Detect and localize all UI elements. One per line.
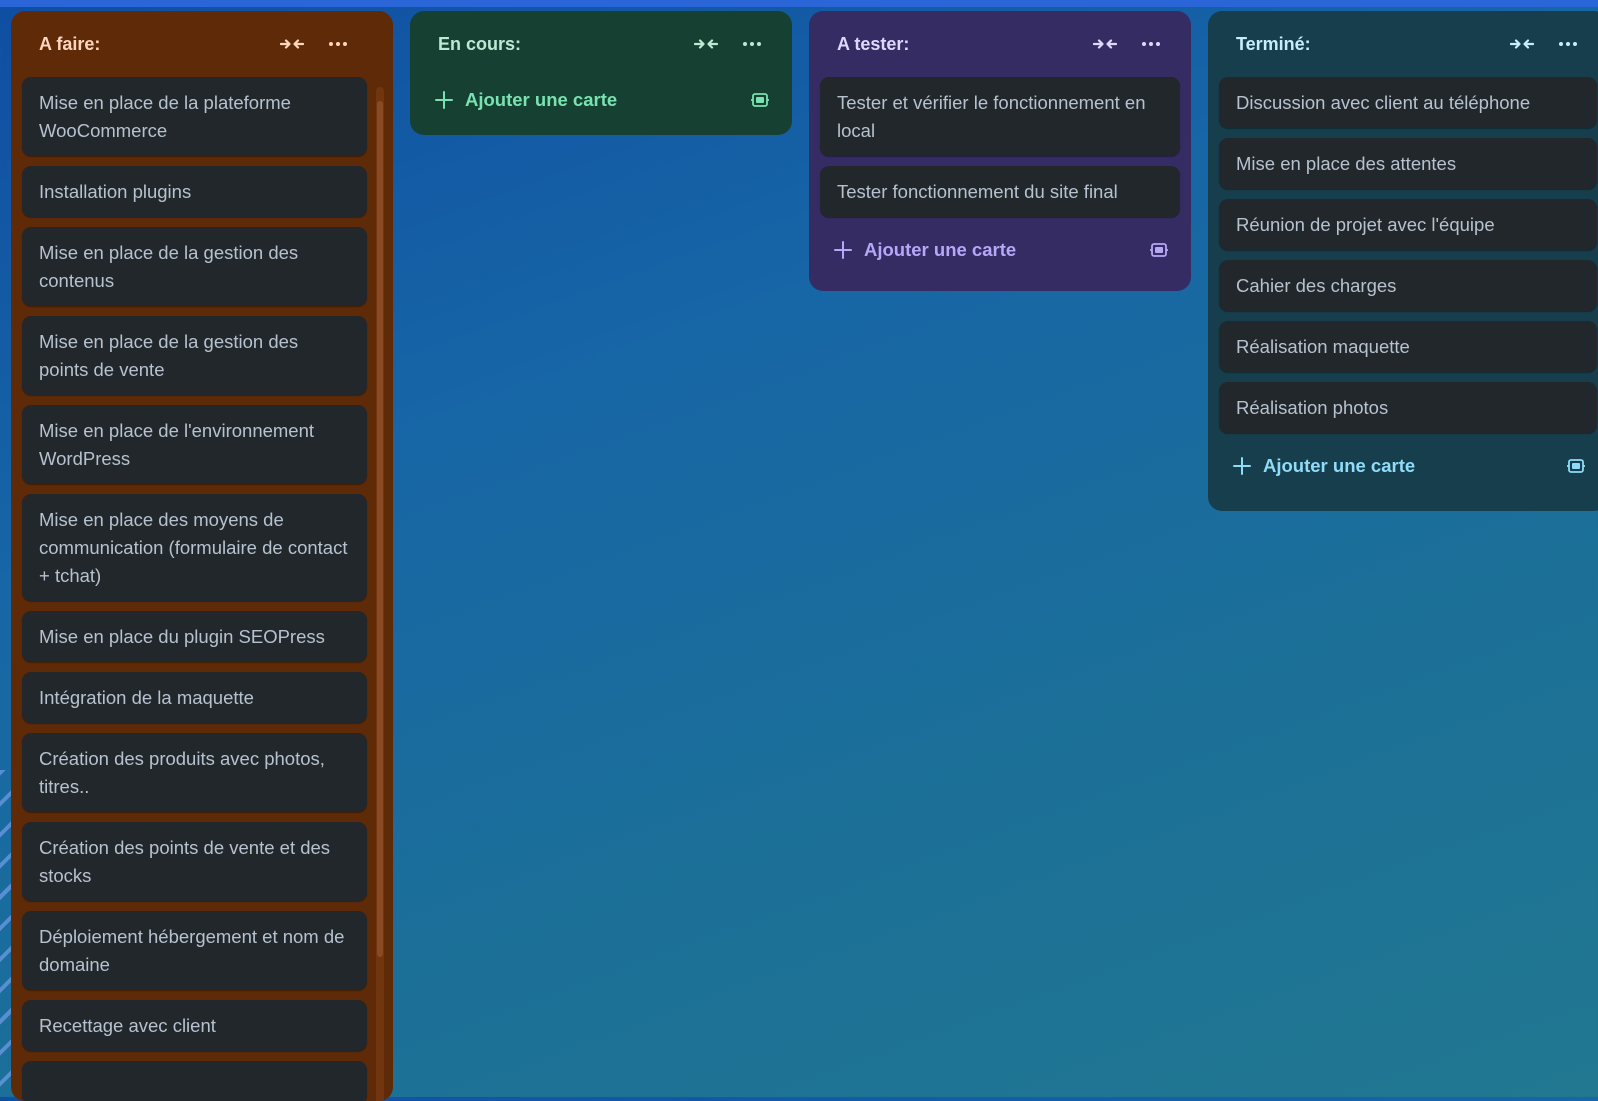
add-card-label: Ajouter une carte bbox=[1263, 455, 1416, 476]
list-scrollbar[interactable] bbox=[376, 87, 384, 1101]
more-horizontal-icon[interactable] bbox=[315, 29, 361, 59]
add-card-label: Ajouter une carte bbox=[864, 239, 1017, 260]
card[interactable]: Recettage avec client bbox=[22, 1000, 367, 1051]
more-horizontal-icon[interactable] bbox=[1128, 29, 1174, 59]
more-horizontal-icon[interactable] bbox=[1545, 29, 1591, 59]
card[interactable]: Tester et vérifier le fonctionnement en … bbox=[820, 77, 1180, 156]
card-list: Discussion avec client au téléphone Mise… bbox=[1219, 77, 1597, 433]
card[interactable]: Installation plugins bbox=[22, 166, 367, 217]
card[interactable]: Réalisation photos bbox=[1219, 382, 1597, 433]
card[interactable]: Création des produits avec photos, titre… bbox=[22, 733, 367, 812]
card[interactable]: Mise en place de la plateforme WooCommer… bbox=[22, 77, 367, 156]
add-card-button[interactable]: Ajouter une carte bbox=[421, 75, 781, 125]
card-list: Tester et vérifier le fonctionnement en … bbox=[820, 77, 1180, 217]
collapse-arrows-icon[interactable] bbox=[1499, 29, 1545, 59]
collapse-arrows-icon[interactable] bbox=[1082, 29, 1128, 59]
collapse-arrows-icon[interactable] bbox=[269, 29, 315, 59]
plus-icon bbox=[433, 89, 455, 111]
plus-icon bbox=[832, 239, 854, 261]
card-template-icon[interactable] bbox=[1561, 451, 1591, 481]
card[interactable]: Tester fonctionnement du site final bbox=[820, 166, 1180, 217]
card[interactable]: Réalisation maquette bbox=[1219, 321, 1597, 372]
card-template-icon[interactable] bbox=[1144, 235, 1174, 265]
card[interactable]: Cahier des charges bbox=[1219, 260, 1597, 311]
add-card-button[interactable]: Ajouter une carte bbox=[1219, 441, 1597, 491]
list-header: A tester: bbox=[820, 11, 1180, 77]
add-card-button[interactable]: Ajouter une carte bbox=[820, 225, 1180, 275]
add-card-label: Ajouter une carte bbox=[465, 89, 618, 110]
card[interactable]: Réunion de projet avec l'équipe bbox=[1219, 199, 1597, 250]
plus-icon bbox=[1231, 455, 1253, 477]
scrollbar-thumb[interactable] bbox=[377, 101, 383, 957]
list-a-tester: A tester: Tester et vérifier le fonction… bbox=[809, 11, 1191, 291]
card-template-icon[interactable] bbox=[745, 85, 775, 115]
top-bar-strip bbox=[0, 0, 1598, 7]
card-list: Mise en place de la plateforme WooCommer… bbox=[22, 77, 367, 1101]
list-title[interactable]: A faire: bbox=[39, 34, 269, 55]
list-title[interactable]: A tester: bbox=[837, 34, 1082, 55]
more-horizontal-icon[interactable] bbox=[729, 29, 775, 59]
card[interactable]: Mise en place des attentes bbox=[1219, 138, 1597, 189]
list-en-cours: En cours: Ajouter une carte bbox=[410, 11, 792, 135]
list-header: Terminé: bbox=[1219, 11, 1597, 77]
list-title[interactable]: Terminé: bbox=[1236, 34, 1499, 55]
list-title[interactable]: En cours: bbox=[438, 34, 683, 55]
card[interactable]: Discussion avec client au téléphone bbox=[1219, 77, 1597, 128]
list-header: En cours: bbox=[421, 11, 781, 77]
card[interactable]: Mise en place de l'environnement WordPre… bbox=[22, 405, 367, 484]
card[interactable]: Création des points de vente et des stoc… bbox=[22, 822, 367, 901]
list-header: A faire: bbox=[22, 11, 367, 77]
card[interactable]: Intégration de la maquette bbox=[22, 672, 367, 723]
card[interactable]: Mise en place des moyens de communicatio… bbox=[22, 494, 367, 601]
card[interactable]: Mise en place de la gestion des contenus bbox=[22, 227, 367, 306]
card[interactable]: Mise en place du plugin SEOPress bbox=[22, 611, 367, 662]
card-partial[interactable] bbox=[22, 1061, 367, 1101]
list-a-faire: A faire: Mise en place de la plateforme … bbox=[11, 11, 393, 1101]
collapse-arrows-icon[interactable] bbox=[683, 29, 729, 59]
card[interactable]: Mise en place de la gestion des points d… bbox=[22, 316, 367, 395]
card[interactable]: Déploiement hébergement et nom de domain… bbox=[22, 911, 367, 990]
list-termine: Terminé: Discussion avec client au télép… bbox=[1208, 11, 1598, 511]
